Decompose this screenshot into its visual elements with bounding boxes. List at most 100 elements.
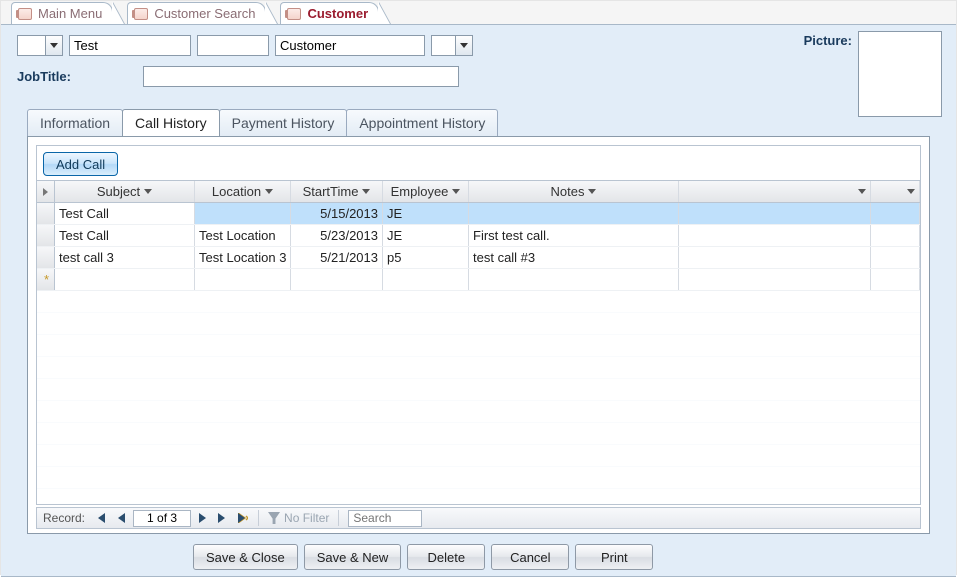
middle-name-field[interactable] — [197, 35, 269, 56]
asterisk-icon: * — [44, 273, 49, 286]
row-selector[interactable] — [37, 225, 55, 246]
cell-employee[interactable]: JE — [383, 203, 469, 224]
chevron-down-icon — [588, 189, 596, 194]
col-empty[interactable] — [679, 181, 871, 202]
cell-starttime[interactable]: 5/15/2013 — [291, 203, 383, 224]
cell-empty[interactable] — [679, 247, 871, 268]
tab-payment-history[interactable]: Payment History — [219, 109, 348, 136]
cell-subject[interactable]: Test Call — [55, 225, 195, 246]
print-button[interactable]: Print — [575, 544, 653, 570]
form-icon — [287, 8, 301, 20]
tab-appointment-history[interactable]: Appointment History — [346, 109, 498, 136]
nav-prev-button[interactable] — [112, 509, 130, 527]
window-tab-strip: Main Menu Customer Search Customer — [1, 1, 956, 25]
new-row[interactable]: * — [37, 269, 920, 291]
picture-label: Picture: — [804, 31, 852, 48]
select-all-cell[interactable] — [37, 181, 55, 202]
chevron-down-icon[interactable] — [455, 36, 472, 55]
jobtitle-input[interactable] — [144, 67, 458, 86]
call-history-pane: Add Call Subject Location StartTime Empl… — [27, 136, 930, 534]
picture-frame[interactable] — [858, 31, 942, 117]
cell-empty[interactable] — [871, 247, 920, 268]
cell-empty[interactable] — [679, 269, 871, 290]
cell-empty[interactable] — [291, 269, 383, 290]
cell-location[interactable]: Test Location — [195, 225, 291, 246]
row-selector[interactable] — [37, 203, 55, 224]
chevron-down-icon — [144, 189, 152, 194]
tab-label: Customer — [307, 6, 368, 21]
cell-empty[interactable] — [871, 203, 920, 224]
cell-subject[interactable]: Test Call — [55, 203, 195, 224]
jobtitle-label: JobTitle: — [17, 69, 71, 84]
table-row[interactable]: test call 3 Test Location 3 5/21/2013 p5… — [37, 247, 920, 269]
suffix-combo[interactable] — [431, 35, 473, 56]
table-row[interactable]: Test Call 5/15/2013 JE — [37, 203, 920, 225]
col-starttime[interactable]: StartTime — [291, 181, 383, 202]
chevron-down-icon — [858, 189, 866, 194]
form-icon — [18, 8, 32, 20]
grid-body[interactable]: Test Call 5/15/2013 JE Test Call Test Lo… — [37, 203, 920, 504]
title-input[interactable] — [18, 36, 45, 55]
chevron-down-icon — [362, 189, 370, 194]
row-selector[interactable] — [37, 247, 55, 268]
col-subject[interactable]: Subject — [55, 181, 195, 202]
first-name-input[interactable] — [70, 36, 190, 55]
nav-new-button[interactable] — [234, 509, 252, 527]
tab-information[interactable]: Information — [27, 109, 123, 136]
cell-starttime[interactable]: 5/21/2013 — [291, 247, 383, 268]
cell-employee[interactable]: JE — [383, 225, 469, 246]
cell-starttime[interactable]: 5/23/2013 — [291, 225, 383, 246]
call-subform: Add Call Subject Location StartTime Empl… — [36, 145, 921, 505]
last-name-input[interactable] — [276, 36, 424, 55]
title-combo[interactable] — [17, 35, 63, 56]
filter-indicator[interactable]: No Filter — [264, 511, 333, 525]
jobtitle-field[interactable] — [143, 66, 459, 87]
col-empty[interactable] — [871, 181, 920, 202]
cell-location[interactable] — [195, 203, 291, 224]
cell-empty[interactable] — [469, 269, 679, 290]
row-selector[interactable]: * — [37, 269, 55, 290]
cell-empty[interactable] — [383, 269, 469, 290]
col-employee[interactable]: Employee — [383, 181, 469, 202]
cell-employee[interactable]: p5 — [383, 247, 469, 268]
chevron-down-icon — [452, 189, 460, 194]
cell-location[interactable]: Test Location 3 — [195, 247, 291, 268]
funnel-icon — [268, 512, 280, 524]
chevron-down-icon — [265, 189, 273, 194]
search-input[interactable] — [348, 510, 422, 527]
last-name-field[interactable] — [275, 35, 425, 56]
cell-subject[interactable]: test call 3 — [55, 247, 195, 268]
table-row[interactable]: Test Call Test Location 5/23/2013 JE Fir… — [37, 225, 920, 247]
tab-call-history[interactable]: Call History — [122, 109, 220, 136]
nav-first-button[interactable] — [92, 509, 110, 527]
delete-button[interactable]: Delete — [407, 544, 485, 570]
cell-empty[interactable] — [871, 225, 920, 246]
cell-empty[interactable] — [195, 269, 291, 290]
col-notes[interactable]: Notes — [469, 181, 679, 202]
record-position[interactable] — [133, 510, 191, 527]
cell-notes[interactable]: First test call. — [469, 225, 679, 246]
record-label: Record: — [37, 511, 91, 525]
tab-main-menu[interactable]: Main Menu — [11, 2, 113, 24]
save-close-button[interactable]: Save & Close — [193, 544, 298, 570]
tab-customer[interactable]: Customer — [280, 2, 379, 24]
call-grid: Subject Location StartTime Employee Note… — [37, 180, 920, 504]
nav-next-button[interactable] — [194, 509, 212, 527]
first-name-field[interactable] — [69, 35, 191, 56]
cancel-button[interactable]: Cancel — [491, 544, 569, 570]
cell-empty[interactable] — [55, 269, 195, 290]
add-call-button[interactable]: Add Call — [43, 152, 118, 176]
cell-empty[interactable] — [679, 203, 871, 224]
middle-name-input[interactable] — [198, 36, 268, 55]
nav-last-button[interactable] — [214, 509, 232, 527]
save-new-button[interactable]: Save & New — [304, 544, 402, 570]
cell-empty[interactable] — [871, 269, 920, 290]
suffix-input[interactable] — [432, 36, 455, 55]
cell-notes[interactable]: test call #3 — [469, 247, 679, 268]
chevron-down-icon[interactable] — [45, 36, 62, 55]
cell-empty[interactable] — [679, 225, 871, 246]
cell-notes[interactable] — [469, 203, 679, 224]
form-actions: Save & Close Save & New Delete Cancel Pr… — [17, 534, 940, 570]
tab-customer-search[interactable]: Customer Search — [127, 2, 266, 24]
col-location[interactable]: Location — [195, 181, 291, 202]
